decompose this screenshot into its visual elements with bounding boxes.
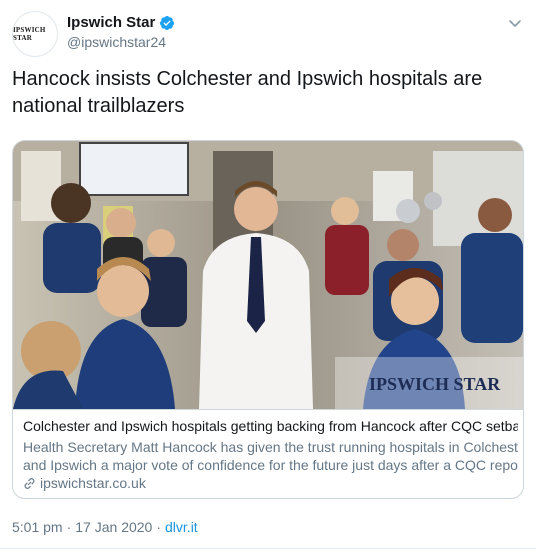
tweet-date[interactable]: 17 Jan 2020 — [75, 519, 152, 535]
meta-separator: · — [156, 519, 162, 535]
tweet: IPSWICH STAR Ipswich Star @ipswichstar24… — [0, 0, 536, 552]
card-description-line: and Ipswich a major vote of confidence f… — [23, 457, 518, 473]
card-title[interactable]: Colchester and Ipswich hospitals getting… — [23, 418, 518, 434]
card-domain-text[interactable]: ipswichstar.co.uk — [40, 475, 146, 491]
card-watermark: IPSWICH STAR — [369, 374, 501, 394]
card-photo[interactable]: IPSWICH STAR — [13, 141, 523, 409]
link-icon — [24, 477, 35, 489]
chevron-down-icon[interactable] — [507, 15, 523, 31]
verified-badge-icon — [160, 15, 175, 30]
tweet-metadata: 5:01 pm · 17 Jan 2020 · dlvr.it — [12, 519, 198, 535]
author-handle[interactable]: @ipswichstar24 — [67, 34, 166, 50]
tweet-source-link[interactable]: dlvr.it — [165, 519, 198, 535]
tweet-text-line: Hancock insists Colchester and Ipswich h… — [12, 68, 483, 90]
meta-separator: · — [66, 519, 72, 535]
avatar-logo-text: IPSWICH STAR — [13, 26, 46, 42]
link-preview-card[interactable]: IPSWICH STAR Colchester and Ipswich hosp… — [12, 140, 524, 499]
hospital-ward-photo: IPSWICH STAR — [13, 141, 523, 409]
author-name-row: Ipswich Star — [67, 14, 175, 31]
avatar[interactable]: IPSWICH STAR — [12, 11, 58, 57]
tweet-time[interactable]: 5:01 pm — [12, 519, 63, 535]
card-domain[interactable]: ipswichstar.co.uk — [23, 475, 146, 491]
tweet-text: Hancock insists Colchester and Ipswich h… — [12, 66, 524, 120]
tweet-text-line: national trailblazers — [12, 95, 185, 117]
card-description-line: Health Secretary Matt Hancock has given … — [23, 439, 518, 455]
divider — [0, 548, 536, 549]
card-description: Health Secretary Matt Hancock has given … — [23, 438, 518, 474]
author-display-name[interactable]: Ipswich Star — [67, 14, 155, 31]
card-body[interactable]: Colchester and Ipswich hospitals getting… — [13, 409, 523, 498]
